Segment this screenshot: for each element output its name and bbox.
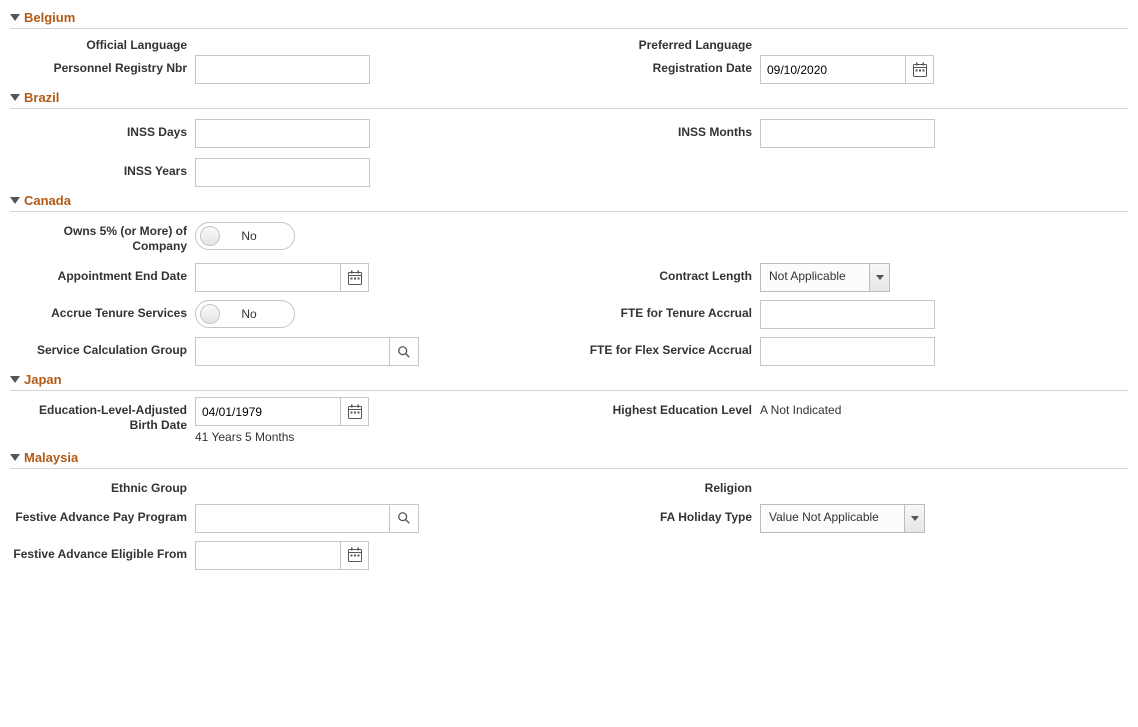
select-value: Value Not Applicable bbox=[761, 505, 904, 532]
contract-length-select[interactable]: Not Applicable bbox=[760, 263, 890, 292]
section-title: Belgium bbox=[24, 10, 75, 25]
search-icon[interactable] bbox=[390, 504, 419, 533]
edu-birth-age-text: 41 Years 5 Months bbox=[195, 430, 369, 444]
highest-edu-value: A Not Indicated bbox=[760, 397, 841, 417]
toggle-label: No bbox=[220, 229, 294, 243]
service-calc-group-input[interactable] bbox=[195, 337, 390, 366]
accrue-tenure-label: Accrue Tenure Services bbox=[10, 300, 195, 328]
festive-adv-pay-label: Festive Advance Pay Program bbox=[10, 504, 195, 533]
search-icon[interactable] bbox=[390, 337, 419, 366]
ethnic-group-label: Ethnic Group bbox=[10, 475, 195, 495]
inss-months-input[interactable] bbox=[760, 119, 935, 148]
inss-days-input[interactable] bbox=[195, 119, 370, 148]
festive-adv-elig-input[interactable] bbox=[195, 541, 340, 570]
owns-five-percent-label: Owns 5% (or More) of Company bbox=[10, 218, 195, 253]
toggle-knob bbox=[200, 304, 220, 324]
calendar-icon[interactable] bbox=[340, 263, 369, 292]
chevron-down-icon bbox=[10, 14, 20, 21]
accrue-tenure-toggle[interactable]: No bbox=[195, 300, 295, 328]
select-value: Not Applicable bbox=[761, 264, 869, 291]
festive-adv-elig-label: Festive Advance Eligible From bbox=[10, 541, 195, 570]
calendar-icon[interactable] bbox=[340, 541, 369, 570]
highest-edu-label: Highest Education Level bbox=[490, 397, 760, 417]
fte-tenure-label: FTE for Tenure Accrual bbox=[490, 300, 760, 329]
chevron-down-icon bbox=[904, 505, 924, 532]
calendar-icon[interactable] bbox=[905, 55, 934, 84]
section-title: Malaysia bbox=[24, 450, 78, 465]
section-header-canada[interactable]: Canada bbox=[10, 190, 1128, 212]
section-title: Canada bbox=[24, 193, 71, 208]
edu-birth-date-label: Education-Level-Adjusted Birth Date bbox=[10, 397, 195, 444]
service-calc-group-label: Service Calculation Group bbox=[10, 337, 195, 366]
registration-date-label: Registration Date bbox=[490, 55, 760, 84]
official-language-label: Official Language bbox=[10, 32, 195, 52]
fte-tenure-input[interactable] bbox=[760, 300, 935, 329]
inss-years-input[interactable] bbox=[195, 158, 370, 187]
calendar-icon[interactable] bbox=[340, 397, 369, 426]
contract-length-label: Contract Length bbox=[490, 263, 760, 292]
chevron-down-icon bbox=[10, 454, 20, 461]
inss-years-label: INSS Years bbox=[10, 158, 195, 187]
appointment-end-date-input[interactable] bbox=[195, 263, 340, 292]
section-header-belgium[interactable]: Belgium bbox=[10, 7, 1128, 29]
toggle-knob bbox=[200, 226, 220, 246]
religion-label: Religion bbox=[490, 475, 760, 495]
personnel-registry-input[interactable] bbox=[195, 55, 370, 84]
festive-adv-pay-input[interactable] bbox=[195, 504, 390, 533]
registration-date-input[interactable] bbox=[760, 55, 905, 84]
fte-flex-label: FTE for Flex Service Accrual bbox=[490, 337, 760, 366]
fte-flex-input[interactable] bbox=[760, 337, 935, 366]
personnel-registry-label: Personnel Registry Nbr bbox=[10, 55, 195, 84]
section-header-brazil[interactable]: Brazil bbox=[10, 87, 1128, 109]
owns-five-percent-toggle[interactable]: No bbox=[195, 222, 295, 250]
chevron-down-icon bbox=[10, 376, 20, 383]
appointment-end-date-label: Appointment End Date bbox=[10, 263, 195, 292]
section-title: Japan bbox=[24, 372, 62, 387]
fa-holiday-type-select[interactable]: Value Not Applicable bbox=[760, 504, 925, 533]
chevron-down-icon bbox=[10, 94, 20, 101]
section-header-malaysia[interactable]: Malaysia bbox=[10, 447, 1128, 469]
inss-days-label: INSS Days bbox=[10, 119, 195, 148]
edu-birth-date-input[interactable] bbox=[195, 397, 340, 426]
section-title: Brazil bbox=[24, 90, 59, 105]
chevron-down-icon bbox=[869, 264, 889, 291]
chevron-down-icon bbox=[10, 197, 20, 204]
section-header-japan[interactable]: Japan bbox=[10, 369, 1128, 391]
inss-months-label: INSS Months bbox=[490, 119, 760, 148]
fa-holiday-type-label: FA Holiday Type bbox=[490, 504, 760, 533]
preferred-language-label: Preferred Language bbox=[490, 32, 760, 52]
toggle-label: No bbox=[220, 307, 294, 321]
